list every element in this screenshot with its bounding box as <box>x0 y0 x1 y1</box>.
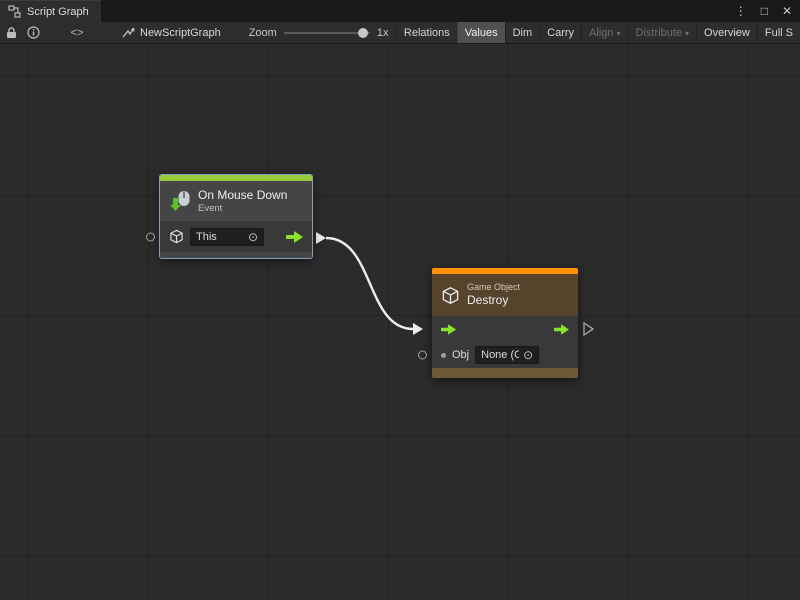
control-input-port-arrow-icon[interactable] <box>441 324 456 335</box>
align-button[interactable]: Align▾ <box>581 22 627 44</box>
node-title: Destroy <box>467 293 520 307</box>
obj-param-row: Obj None (O ⊙ <box>432 342 578 368</box>
kebab-menu-icon[interactable]: ⋮ <box>735 4 747 18</box>
toolbar-buttons: Relations Values Dim Carry Align▾ Distri… <box>396 22 800 44</box>
control-output-port-arrow-icon[interactable] <box>554 324 569 335</box>
node-subtitle: Event <box>198 203 287 214</box>
control-flow-row <box>432 316 578 342</box>
control-output-indicator-icon <box>584 323 593 335</box>
node-footer <box>432 368 578 378</box>
lock-icon[interactable] <box>0 22 22 44</box>
code-icon[interactable]: <> <box>66 22 88 44</box>
script-graph-icon <box>8 5 21 18</box>
tab-script-graph[interactable]: Script Graph <box>0 0 101 22</box>
target-value: This <box>196 231 217 243</box>
overview-button[interactable]: Overview <box>696 22 757 44</box>
info-icon[interactable] <box>22 22 44 44</box>
object-picker-icon[interactable]: ⊙ <box>248 231 258 243</box>
node-header[interactable]: Game Object Destroy <box>432 274 578 316</box>
wire-end-arrow-icon <box>413 323 423 335</box>
node-body: Obj None (O ⊙ <box>432 316 578 368</box>
zoom-control: Zoom 1x <box>249 27 389 39</box>
zoom-slider[interactable] <box>284 32 370 34</box>
wire-start-arrow-icon <box>316 232 326 244</box>
values-button[interactable]: Values <box>457 22 505 44</box>
node-supertitle: Game Object <box>467 282 520 293</box>
node-titles: On Mouse Down Event <box>198 188 287 214</box>
fullscreen-button[interactable]: Full S <box>757 22 800 44</box>
node-title: On Mouse Down <box>198 188 287 202</box>
param-label: Obj <box>452 349 469 361</box>
node-destroy[interactable]: Game Object Destroy <box>432 268 578 378</box>
node-footer <box>160 252 312 258</box>
game-object-cube-icon <box>169 229 184 244</box>
value-port-dot-icon <box>441 353 446 358</box>
distribute-button[interactable]: Distribute▾ <box>628 22 696 44</box>
tab-bar-spacer <box>101 0 735 22</box>
dim-button[interactable]: Dim <box>505 22 540 44</box>
target-value-field[interactable]: This ⊙ <box>190 228 264 246</box>
control-output-port-arrow-icon[interactable] <box>286 231 303 243</box>
graph-canvas[interactable]: On Mouse Down Event This ⊙ <box>0 44 800 600</box>
obj-value-field[interactable]: None (O ⊙ <box>475 346 539 364</box>
graph-breadcrumb[interactable]: NewScriptGraph <box>122 27 221 39</box>
value-input-port[interactable] <box>146 232 155 241</box>
maximize-icon[interactable]: □ <box>761 4 768 18</box>
zoom-label: Zoom <box>249 27 277 39</box>
zoom-slider-handle[interactable] <box>358 28 368 38</box>
script-graph-window: Script Graph ⋮ □ ✕ <> <box>0 0 800 600</box>
tab-bar: Script Graph ⋮ □ ✕ <box>0 0 800 22</box>
graph-toolbar: <> NewScriptGraph Zoom 1x Relations Valu… <box>0 22 800 44</box>
target-port-row: This ⊙ <box>160 221 312 252</box>
obj-value: None (O <box>481 349 519 361</box>
close-icon[interactable]: ✕ <box>782 4 792 18</box>
tab-title: Script Graph <box>27 6 89 18</box>
carry-button[interactable]: Carry <box>539 22 581 44</box>
value-input-port[interactable] <box>418 351 427 360</box>
node-titles: Game Object Destroy <box>467 282 520 307</box>
chevron-down-icon: ▾ <box>685 29 689 38</box>
connection-layer <box>0 44 800 600</box>
game-object-cube-icon <box>441 286 460 305</box>
connection-wire <box>326 238 413 329</box>
object-picker-icon[interactable]: ⊙ <box>523 349 533 361</box>
window-controls: ⋮ □ ✕ <box>735 0 800 22</box>
relations-button[interactable]: Relations <box>396 22 457 44</box>
on-mouse-down-icon <box>169 190 191 212</box>
zoom-value: 1x <box>377 27 389 39</box>
node-body: This ⊙ <box>160 221 312 252</box>
node-on-mouse-down[interactable]: On Mouse Down Event This ⊙ <box>160 175 312 258</box>
graph-name: NewScriptGraph <box>140 27 221 39</box>
chevron-down-icon: ▾ <box>617 29 621 38</box>
node-header[interactable]: On Mouse Down Event <box>160 181 312 221</box>
graph-pointer-icon <box>122 27 135 39</box>
